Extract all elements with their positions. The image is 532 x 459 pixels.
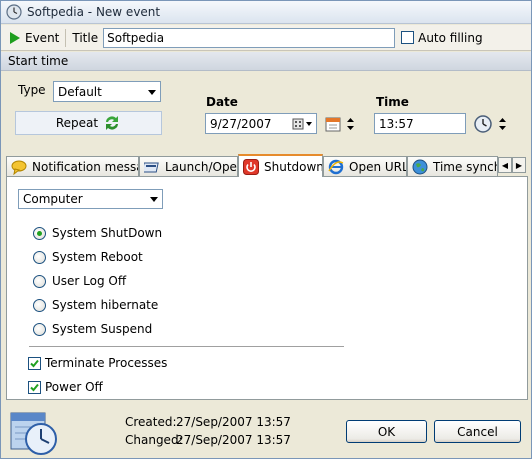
tab-time-synchro[interactable]: Time synchro <box>407 156 498 176</box>
tab-launch-open[interactable]: Launch/Open <box>139 156 238 176</box>
ok-button[interactable]: OK <box>346 420 427 443</box>
date-label: Date <box>206 95 238 109</box>
radio-selected-dot <box>37 230 42 236</box>
chevron-left-icon: ◀ <box>501 160 509 170</box>
radio-button[interactable] <box>33 274 46 288</box>
terminate-processes-box[interactable] <box>28 356 41 370</box>
tab-scroll-right-button[interactable]: ▶ <box>512 157 526 173</box>
auto-filling-box[interactable] <box>401 31 415 44</box>
play-icon[interactable] <box>10 31 20 44</box>
time-value: 13:57 <box>379 116 414 131</box>
auto-filling-checkbox[interactable]: Auto filling <box>401 30 483 45</box>
globe-icon <box>412 159 428 174</box>
tab-shutdown[interactable]: Shutdown <box>238 154 323 177</box>
message-icon <box>11 160 27 175</box>
date-spin-icon[interactable] <box>347 115 354 133</box>
time-label: Time <box>376 95 409 109</box>
auto-filling-label: Auto filling <box>418 30 483 45</box>
event-window: Softpedia - New event Event Title Auto f… <box>0 0 532 459</box>
chevron-down-icon <box>148 89 156 95</box>
event-label[interactable]: Event <box>25 31 59 45</box>
tab-open-url[interactable]: Open URL <box>323 156 407 176</box>
launch-icon <box>144 162 159 172</box>
title-input[interactable] <box>103 27 396 48</box>
radio-system-reboot[interactable]: System Reboot <box>33 250 143 264</box>
tab-scroll-left-button[interactable]: ◀ <box>498 157 512 173</box>
calendar-icon[interactable] <box>324 115 342 133</box>
terminate-processes-checkbox[interactable]: Terminate Processes <box>28 356 167 370</box>
created-value: 27/Sep/2007 13:57 <box>176 415 291 429</box>
action-tabs: Notification message Launch/Open Shutdow… <box>6 154 528 177</box>
radio-button[interactable] <box>33 226 46 240</box>
start-time-panel: Type Default Repeat Date 9/27/2007 Time … <box>1 72 531 156</box>
power-off-box[interactable] <box>28 380 41 394</box>
time-spin-icon[interactable] <box>499 115 506 133</box>
time-input[interactable]: 13:57 <box>374 113 466 134</box>
radio-user-log-off[interactable]: User Log Off <box>33 274 126 288</box>
type-value: Default <box>58 84 102 99</box>
footer: Created: 27/Sep/2007 13:57 Changed: 27/S… <box>1 401 531 459</box>
checkmark-icon <box>30 383 39 391</box>
window-title: Softpedia - New event <box>27 5 161 19</box>
type-select[interactable]: Default <box>53 81 161 102</box>
chevron-down-icon <box>150 197 158 202</box>
toolbar-separator <box>65 28 67 47</box>
radio-button[interactable] <box>33 250 46 264</box>
radio-system-hibernate[interactable]: System hibernate <box>33 298 158 312</box>
radio-button[interactable] <box>33 298 46 312</box>
cancel-button[interactable]: Cancel <box>434 420 521 443</box>
changed-value: 27/Sep/2007 13:57 <box>176 433 291 447</box>
repeat-button[interactable]: Repeat <box>15 111 162 135</box>
clock-icon[interactable] <box>473 114 493 134</box>
date-dropdown[interactable] <box>292 117 314 131</box>
event-toolbar: Event Title Auto filling <box>1 25 531 51</box>
app-clock-icon <box>6 4 22 20</box>
created-label: Created: <box>125 415 177 429</box>
options-divider <box>29 346 344 347</box>
date-picker[interactable]: 9/27/2007 <box>205 113 317 134</box>
start-time-header: Start time <box>1 52 531 71</box>
type-label: Type <box>18 83 46 97</box>
power-icon <box>243 158 259 175</box>
shutdown-target-value: Computer <box>23 192 83 206</box>
date-value: 9/27/2007 <box>210 116 272 131</box>
changed-label: Changed: <box>125 433 183 447</box>
checkmark-icon <box>30 359 39 367</box>
shutdown-panel: Computer System ShutDown System Reboot U… <box>6 176 528 400</box>
radio-button[interactable] <box>33 322 46 336</box>
chevron-right-icon: ▶ <box>515 160 523 170</box>
power-off-checkbox[interactable]: Power Off <box>28 380 103 394</box>
title-label: Title <box>72 30 99 45</box>
repeat-arrows-icon <box>106 116 119 130</box>
title-bar: Softpedia - New event <box>1 1 531 24</box>
shutdown-target-select[interactable]: Computer <box>18 189 163 209</box>
calendar-clock-icon <box>10 412 57 455</box>
repeat-label: Repeat <box>55 116 99 130</box>
ie-icon <box>328 159 344 174</box>
radio-system-shutdown[interactable]: System ShutDown <box>33 226 162 240</box>
radio-system-suspend[interactable]: System Suspend <box>33 322 152 336</box>
tab-notification-message[interactable]: Notification message <box>6 156 139 176</box>
